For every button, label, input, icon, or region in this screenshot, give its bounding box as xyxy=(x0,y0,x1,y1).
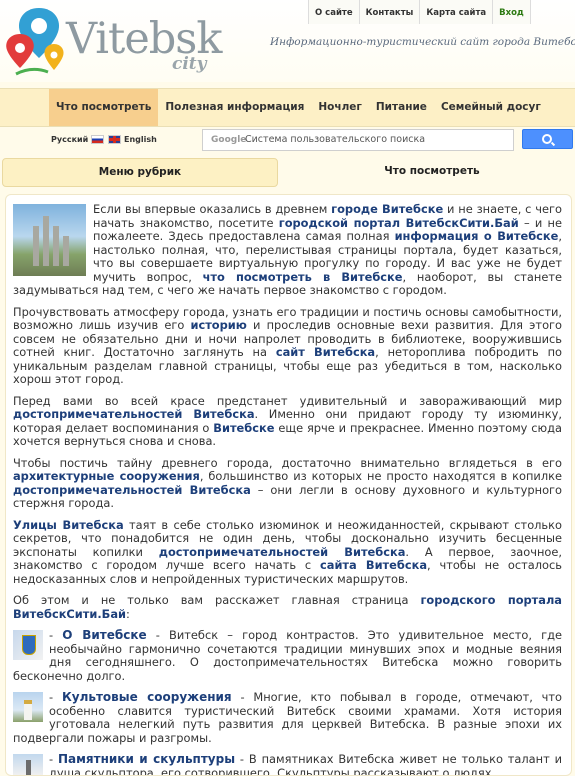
list-item: - Памятники и скульптуры - В памятниках … xyxy=(13,752,562,775)
tab-rubrics-menu[interactable]: Меню рубрик xyxy=(2,158,278,187)
nav-item-useful-info[interactable]: Полезная информация xyxy=(158,89,311,126)
link-what-to-see[interactable]: что посмотреть в Витебске xyxy=(203,270,403,284)
russia-flag-icon xyxy=(91,135,105,144)
top-nav-contacts[interactable]: Контакты xyxy=(358,0,420,24)
lang-ru[interactable]: Русский xyxy=(51,135,105,144)
main-nav: Что посмотреть Полезная информация Ночле… xyxy=(0,88,575,127)
victory-monument-image xyxy=(13,204,86,276)
article-paragraph: Улицы Витебска таят в себе столько изюми… xyxy=(13,517,563,586)
search-icon xyxy=(542,134,552,144)
article-container: Если вы впервые оказались в древнем горо… xyxy=(5,194,572,776)
top-nav: О сайте Контакты Карта сайта Вход xyxy=(308,0,531,24)
lang-en-label: English xyxy=(124,135,157,144)
map-pin-logo-icon xyxy=(6,8,64,76)
article-paragraph: Об этом и не только вам расскажет главна… xyxy=(13,593,562,621)
lang-en[interactable]: English xyxy=(108,135,157,144)
logo-subtitle: city xyxy=(172,54,207,74)
article-body: Если вы впервые оказались в древнем горо… xyxy=(13,202,563,775)
site-slogan: Информационно-туристический сайт города … xyxy=(270,36,575,48)
link-site[interactable]: сайт Витебска xyxy=(276,345,375,359)
search-placeholder: Система пользовательского поиска xyxy=(245,134,426,145)
google-brand: Google xyxy=(211,135,247,145)
uk-flag-icon xyxy=(108,135,121,144)
lang-ru-label: Русский xyxy=(51,135,89,144)
tab-bar: Меню рубрик Что посмотреть xyxy=(0,158,575,187)
article-paragraph: Чтобы постичь тайну древнего города, дос… xyxy=(13,455,562,510)
search-input[interactable]: Google Система пользовательского поиска xyxy=(202,129,514,151)
tab-what-to-see[interactable]: Что посмотреть xyxy=(290,158,574,185)
link-history[interactable]: историю xyxy=(190,318,246,332)
nav-item-what-to-see[interactable]: Что посмотреть xyxy=(49,89,159,126)
nav-item-lodging[interactable]: Ночлег xyxy=(311,89,369,126)
link-architecture[interactable]: архитектурные сооружения xyxy=(13,469,200,483)
link-city[interactable]: городе Витебске xyxy=(331,202,443,216)
link-sights[interactable]: достопримечательностей Витебска xyxy=(13,407,255,421)
top-nav-sitemap[interactable]: Карта сайта xyxy=(419,0,493,24)
nav-item-food[interactable]: Питание xyxy=(369,89,434,126)
site-logo[interactable]: Vitebsk city xyxy=(2,4,222,78)
monument-icon xyxy=(13,754,43,775)
church-icon xyxy=(13,692,43,722)
link-site-2[interactable]: сайта Витебска xyxy=(320,558,427,572)
link-sights-3[interactable]: достопримечательностей Витебска xyxy=(159,545,406,559)
link-sights-2[interactable]: достопримечательностей Витебска xyxy=(13,483,251,497)
link-monuments[interactable]: Памятники и скульптуры xyxy=(58,752,235,766)
search-button[interactable] xyxy=(522,129,573,149)
link-portal[interactable]: городской портал ВитебскСити.Бай xyxy=(279,216,519,230)
login-link[interactable]: Вход xyxy=(492,0,531,24)
link-religious-buildings[interactable]: Культовые сооружения xyxy=(62,690,232,704)
list-item: - О Витебске - Витебск – город контрасто… xyxy=(13,628,562,683)
link-streets[interactable]: Улицы Витебска xyxy=(13,518,124,532)
nav-item-family-leisure[interactable]: Семейный досуг xyxy=(434,89,548,126)
list-item: - Культовые сооружения - Многие, кто поб… xyxy=(13,690,563,745)
link-info[interactable]: информация о Витебске xyxy=(395,229,559,243)
top-nav-about[interactable]: О сайте xyxy=(308,0,359,24)
link-vitebsk[interactable]: Витебске xyxy=(213,421,274,435)
coat-of-arms-icon xyxy=(13,630,43,660)
article-paragraph: Перед вами во всей красе предстанет удив… xyxy=(13,393,563,448)
link-about-vitebsk[interactable]: О Витебске xyxy=(62,628,146,642)
article-paragraph: Если вы впервые оказались в древнем горо… xyxy=(13,202,563,297)
article-paragraph: Прочувствовать атмосферу города, узнать … xyxy=(13,304,562,386)
